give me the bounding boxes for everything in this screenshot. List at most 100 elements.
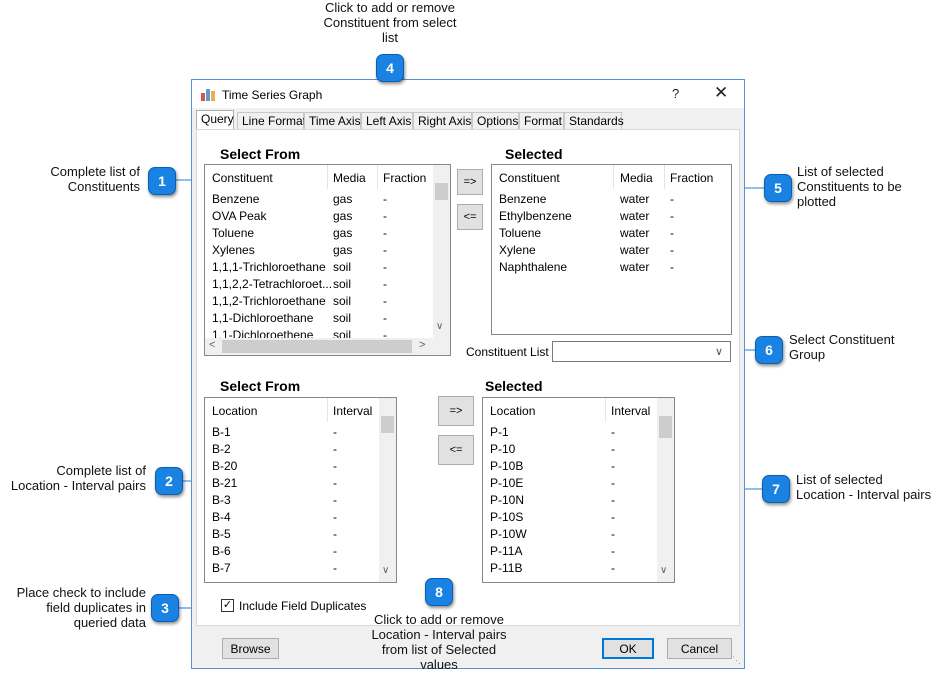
callout-3-badge: 3 [151, 594, 179, 622]
list-item[interactable]: P-10B - [483, 458, 657, 475]
callout-4-badge: 4 [376, 54, 404, 82]
tab-standards[interactable]: Standards [564, 112, 624, 129]
window-title: Time Series Graph [222, 88, 323, 102]
column-divider [377, 165, 378, 189]
include-field-duplicates-checkbox[interactable]: ✓ [221, 599, 234, 612]
list-item[interactable]: Xylene water - [492, 242, 731, 259]
scrollbar-thumb[interactable] [381, 416, 394, 433]
list-item[interactable]: Toluene water - [492, 225, 731, 242]
resize-grip-icon[interactable]: ⋱ [732, 655, 741, 666]
column-divider [327, 165, 328, 189]
constituent-select-from-title: Select From [220, 146, 301, 162]
list-item[interactable]: P-10S - [483, 509, 657, 526]
callout-8-badge: 8 [425, 578, 453, 606]
callout-7-text: List of selected Location - Interval pai… [796, 472, 932, 502]
column-header-fraction[interactable]: Fraction [670, 171, 713, 185]
chevron-down-icon[interactable]: ∨ [382, 565, 389, 576]
tab-format[interactable]: Format [519, 112, 564, 129]
list-item[interactable]: P-10E - [483, 475, 657, 492]
list-item[interactable]: B-6- [205, 543, 379, 560]
chevron-down-icon[interactable]: ∨ [660, 565, 667, 576]
chart-app-icon [201, 89, 215, 101]
location-available-list[interactable]: Location Interval B-1- B-2- B-20- B-21- … [204, 397, 397, 583]
scrollbar-thumb[interactable] [659, 416, 672, 438]
list-item[interactable]: B-1- [205, 424, 379, 441]
remove-constituent-button[interactable]: <= [457, 204, 483, 230]
scrollbar-thumb[interactable] [222, 340, 412, 353]
callout-3-text: Place check to include field duplicates … [16, 585, 146, 630]
close-icon[interactable]: ✕ [714, 83, 728, 103]
column-divider [664, 165, 665, 189]
list-item[interactable]: B-4- [205, 509, 379, 526]
list-item[interactable]: P-10- [483, 441, 657, 458]
location-selected-list[interactable]: Location Interval P-1- P-10- P-10B - P-10… [482, 397, 675, 583]
column-header-interval[interactable]: Interval [611, 404, 650, 418]
list-item[interactable]: 1,1,1-Trichloroethane soil - [205, 259, 435, 276]
list-item[interactable]: B-5- [205, 526, 379, 543]
list-item[interactable]: 1,1-Dichloroethane soil - [205, 310, 435, 327]
column-divider [327, 398, 328, 422]
column-header-interval[interactable]: Interval [333, 404, 372, 418]
remove-location-button[interactable]: <= [438, 435, 474, 465]
callout-6-badge: 6 [755, 336, 783, 364]
ok-button[interactable]: OK [602, 638, 654, 659]
column-header-constituent[interactable]: Constituent [499, 171, 560, 185]
chevron-down-icon[interactable]: ∨ [715, 345, 723, 358]
horizontal-scrollbar[interactable]: < > [205, 338, 450, 355]
list-item[interactable]: P-11A - [483, 543, 657, 560]
add-location-button[interactable]: => [438, 396, 474, 426]
list-item[interactable]: OVA Peak gas - [205, 208, 435, 225]
constituent-list-dropdown[interactable]: ∨ [552, 341, 731, 362]
chevron-down-icon[interactable]: ∨ [436, 321, 443, 332]
constituent-available-list[interactable]: Constituent Media Fraction Benzene gas - O… [204, 164, 451, 356]
list-item[interactable]: B-7- [205, 560, 379, 577]
list-item[interactable]: Benzene gas - [205, 191, 435, 208]
callout-1-text: Complete list of Constituents [50, 164, 140, 194]
chevron-right-icon[interactable]: > [419, 339, 425, 351]
callout-6-text: Select Constituent Group [789, 332, 895, 362]
include-field-duplicates-label: Include Field Duplicates [239, 599, 367, 613]
list-item[interactable]: Benzene water - [492, 191, 731, 208]
column-header-location[interactable]: Location [212, 404, 257, 418]
tab-query[interactable]: Query [196, 110, 234, 130]
callout-5-text: List of selected Constituents to be plot… [797, 164, 902, 209]
column-header-fraction[interactable]: Fraction [383, 171, 426, 185]
tab-time-axis[interactable]: Time Axis [304, 112, 361, 129]
tab-options[interactable]: Options [472, 112, 519, 129]
help-button[interactable]: ? [672, 86, 679, 101]
list-item[interactable]: B-3- [205, 492, 379, 509]
column-header-constituent[interactable]: Constituent [212, 171, 273, 185]
vertical-scrollbar[interactable]: ∨ [657, 398, 674, 582]
scrollbar-thumb[interactable] [435, 183, 448, 200]
list-item[interactable]: 1,1,2,2-Tetrachloroet... soil - [205, 276, 435, 293]
constituent-selected-title: Selected [505, 146, 563, 162]
list-item[interactable]: P-10W - [483, 526, 657, 543]
callout-1-badge: 1 [148, 167, 176, 195]
list-item[interactable]: Toluene gas - [205, 225, 435, 242]
add-constituent-button[interactable]: => [457, 169, 483, 195]
vertical-scrollbar[interactable]: ∨ [433, 165, 450, 338]
time-series-graph-dialog: Time Series Graph ? ✕ Query Line Format … [191, 79, 745, 669]
list-item[interactable]: Xylenes gas - [205, 242, 435, 259]
list-item[interactable]: P-11B - [483, 560, 657, 577]
cancel-button[interactable]: Cancel [667, 638, 732, 659]
column-header-media[interactable]: Media [333, 171, 366, 185]
list-item[interactable]: 1,1,2-Trichloroethane soil - [205, 293, 435, 310]
list-item[interactable]: P-1- [483, 424, 657, 441]
vertical-scrollbar[interactable]: ∨ [379, 398, 396, 582]
column-header-media[interactable]: Media [620, 171, 653, 185]
constituent-selected-list[interactable]: Constituent Media Fraction Benzene water -… [491, 164, 732, 335]
tab-right-axis[interactable]: Right Axis [413, 112, 472, 129]
tab-line-format[interactable]: Line Format [237, 112, 306, 129]
callout-4-text: Click to add or remove Constituent from … [323, 0, 457, 45]
chevron-left-icon[interactable]: < [209, 339, 215, 351]
tab-left-axis[interactable]: Left Axis [361, 112, 413, 129]
list-item[interactable]: Naphthalene water - [492, 259, 731, 276]
list-item[interactable]: B-20- [205, 458, 379, 475]
column-header-location[interactable]: Location [490, 404, 535, 418]
list-item[interactable]: B-2- [205, 441, 379, 458]
list-item[interactable]: B-21- [205, 475, 379, 492]
browse-button[interactable]: Browse [222, 638, 279, 659]
list-item[interactable]: Ethylbenzene water - [492, 208, 731, 225]
list-item[interactable]: P-10N - [483, 492, 657, 509]
